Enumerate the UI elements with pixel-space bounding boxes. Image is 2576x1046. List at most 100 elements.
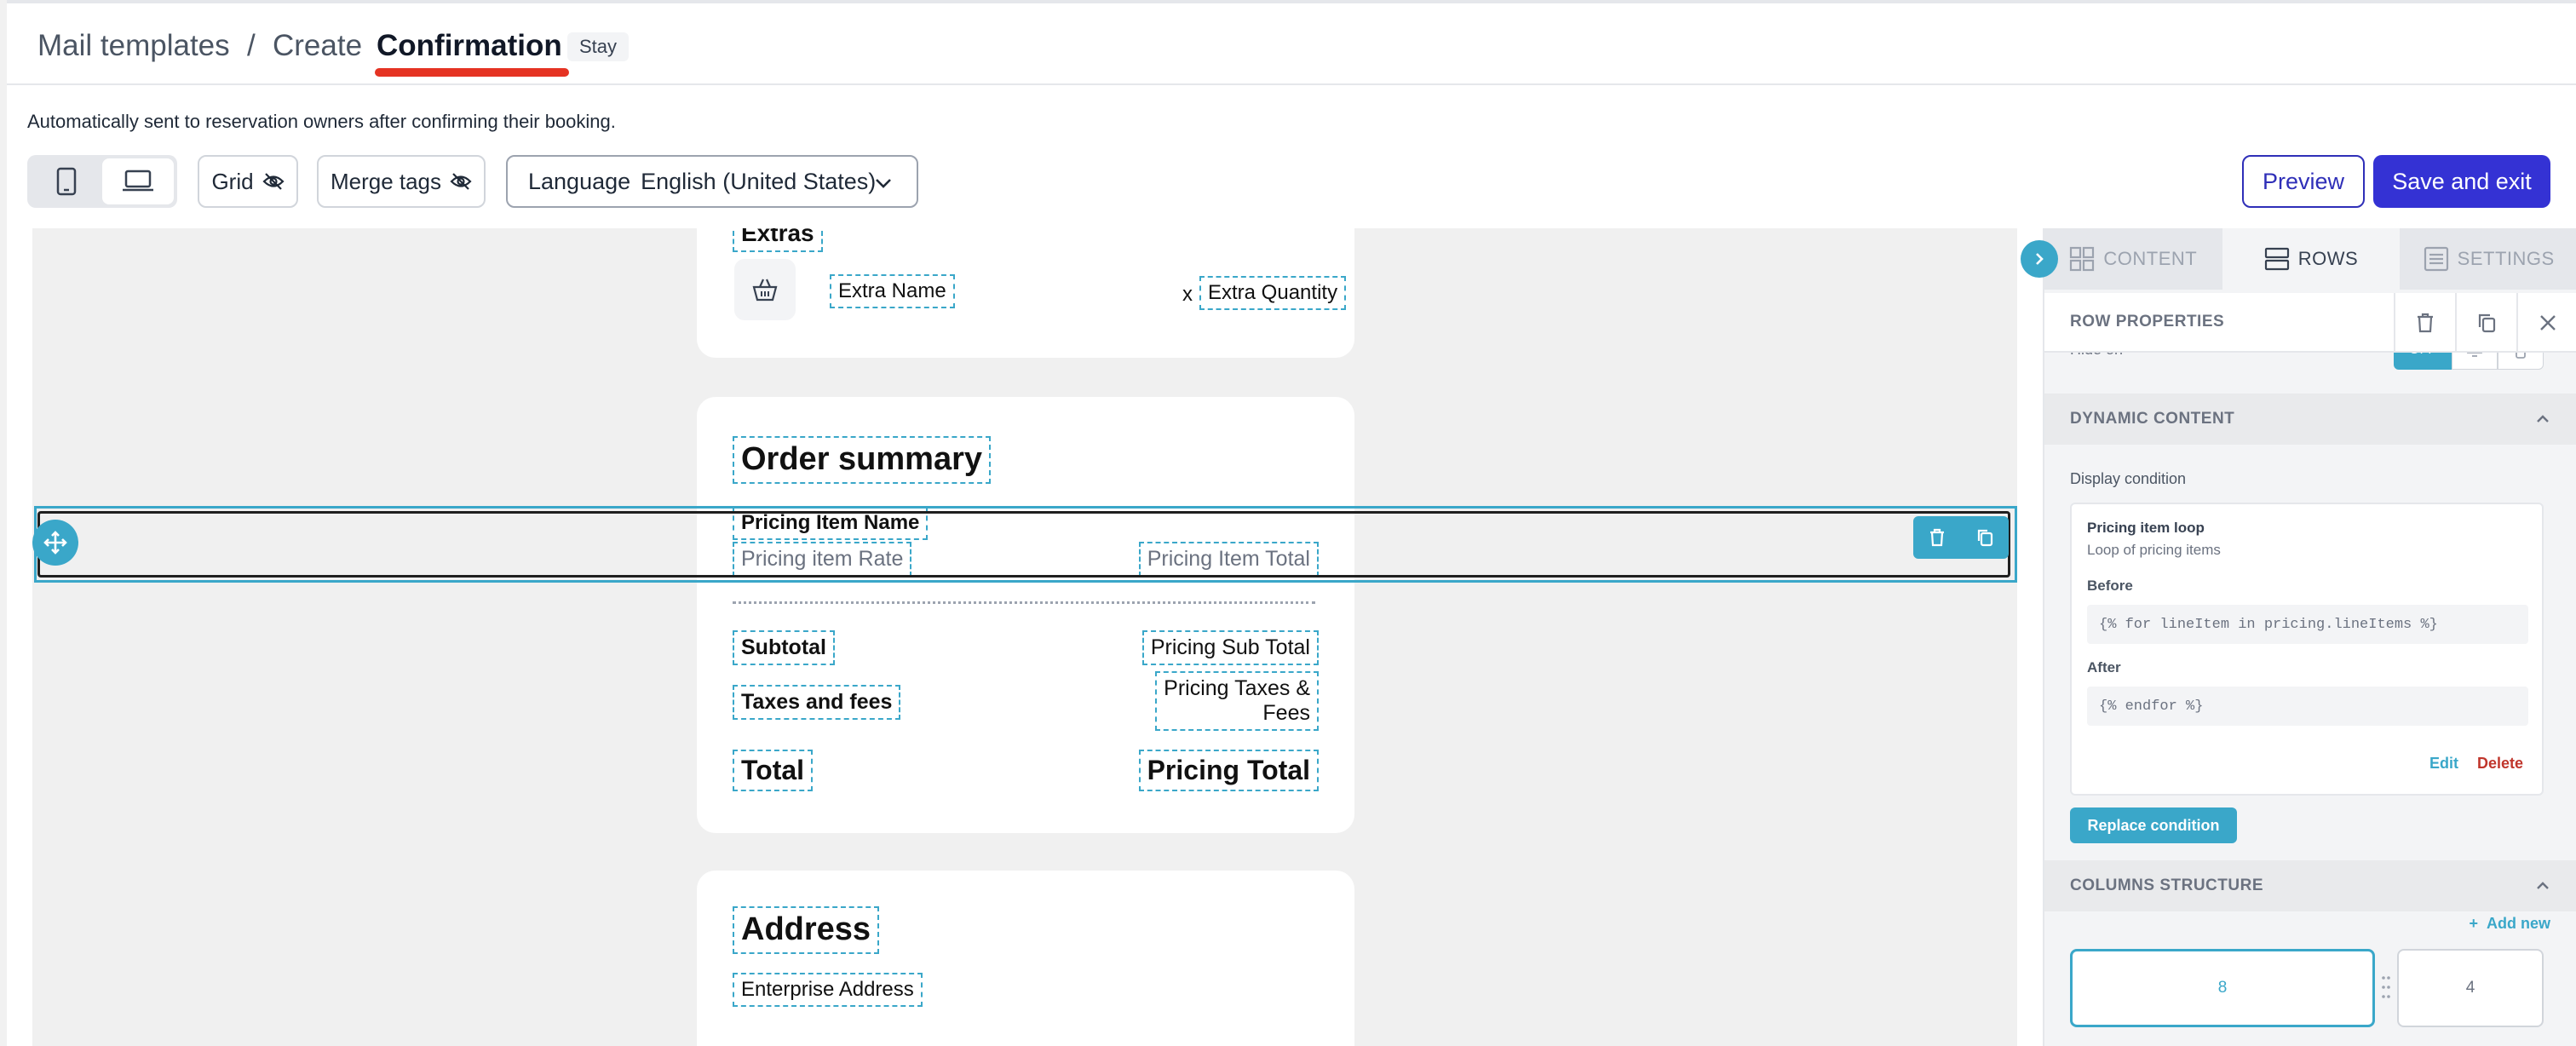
extra-quantity[interactable]: Extra Quantity xyxy=(1199,276,1347,310)
delete-row-panel-button[interactable] xyxy=(2394,293,2455,353)
after-code: {% endfor %} xyxy=(2087,687,2528,726)
save-and-exit-button[interactable]: Save and exit xyxy=(2373,155,2550,208)
breadcrumb-separator: / xyxy=(247,29,256,62)
subtotal-label[interactable]: Subtotal xyxy=(733,630,835,665)
copy-icon xyxy=(1977,529,1993,547)
email-canvas: Extras Extra Name x Extra Quantity Order… xyxy=(32,228,2017,1046)
address-heading[interactable]: Address xyxy=(733,906,880,954)
drag-dots-icon xyxy=(2382,976,2390,998)
add-new-label: Add new xyxy=(2487,915,2550,932)
panel-tabs: CONTENT ROWS SETTINGS xyxy=(2044,228,2576,290)
add-column-button[interactable]: + Add new xyxy=(2469,915,2550,933)
delete-condition-link[interactable]: Delete xyxy=(2477,755,2523,773)
grid-label: Grid xyxy=(211,168,254,194)
after-label: After xyxy=(2087,659,2121,675)
tab-settings-label: SETTINGS xyxy=(2457,248,2555,269)
taxes-value[interactable]: Pricing Taxes & Fees xyxy=(1155,671,1319,731)
desktop-view-button[interactable] xyxy=(102,158,174,204)
tab-settings[interactable]: SETTINGS xyxy=(2400,228,2576,290)
extra-name[interactable]: Extra Name xyxy=(830,274,955,308)
breadcrumb-mail-templates[interactable]: Mail templates xyxy=(37,29,230,63)
row-properties-label: ROW PROPERTIES xyxy=(2070,313,2225,330)
condition-subtitle: Loop of pricing items xyxy=(2087,542,2221,558)
rows-icon xyxy=(2264,247,2289,271)
merge-tags-label: Merge tags xyxy=(330,168,442,194)
language-label: Language xyxy=(528,168,631,194)
preview-button[interactable]: Preview xyxy=(2242,155,2365,208)
language-value: English (United States) xyxy=(641,168,877,194)
selected-row-inner-outline xyxy=(37,511,2010,578)
properties-panel: CONTENT ROWS SETTINGS Hide on OFF ROW PR… xyxy=(2043,228,2576,1046)
trash-icon xyxy=(1930,528,1944,547)
dynamic-content-label: DYNAMIC CONTENT xyxy=(2070,410,2235,428)
delete-row-button[interactable] xyxy=(1913,516,1961,559)
close-panel-button[interactable] xyxy=(2516,293,2576,353)
breadcrumb-create[interactable]: Create xyxy=(273,29,362,63)
total-label[interactable]: Total xyxy=(733,750,814,791)
mobile-view-button[interactable] xyxy=(31,158,102,204)
copy-icon xyxy=(2478,313,2496,333)
page-title: Confirmation xyxy=(377,29,562,62)
title-underline xyxy=(375,68,569,77)
address-card: Address Enterprise Address xyxy=(697,871,1354,1046)
display-condition-label: Display condition xyxy=(2070,470,2187,487)
merge-tags-toggle-button[interactable]: Merge tags xyxy=(317,155,486,208)
mobile-icon xyxy=(56,167,77,196)
subtotal-value[interactable]: Pricing Sub Total xyxy=(1141,630,1319,665)
chevron-up-icon xyxy=(2537,415,2549,422)
replace-condition-button[interactable]: Replace condition xyxy=(2070,807,2237,843)
taxes-label[interactable]: Taxes and fees xyxy=(733,685,901,720)
grid-icon xyxy=(2070,246,2095,272)
dynamic-content-section-header[interactable]: DYNAMIC CONTENT xyxy=(2044,394,2576,445)
close-icon xyxy=(2540,315,2556,330)
app-frame: Mail templates / Create Confirmation Sta… xyxy=(0,0,2576,1046)
duplicate-row-panel-button[interactable] xyxy=(2455,293,2516,353)
order-summary-heading[interactable]: Order summary xyxy=(733,436,992,484)
divider xyxy=(733,601,1315,604)
row-properties-header: ROW PROPERTIES xyxy=(2044,293,2576,353)
edit-condition-link[interactable]: Edit xyxy=(2429,755,2458,773)
left-border xyxy=(0,0,7,1046)
tab-rows[interactable]: ROWS xyxy=(2222,228,2401,290)
display-condition-card: Pricing item loop Loop of pricing items … xyxy=(2070,503,2544,796)
device-toggle xyxy=(27,155,177,208)
language-select[interactable]: Language English (United States) xyxy=(506,155,918,208)
basket-icon xyxy=(752,279,778,302)
extras-heading[interactable]: Extras xyxy=(733,228,823,253)
tab-rows-label: ROWS xyxy=(2297,248,2359,269)
settings-icon xyxy=(2424,246,2448,272)
condition-title: Pricing item loop xyxy=(2087,520,2205,536)
grid-toggle-button[interactable]: Grid xyxy=(198,155,298,208)
trash-icon xyxy=(2418,313,2433,333)
columns-structure-label: COLUMNS STRUCTURE xyxy=(2070,876,2263,894)
extra-image xyxy=(734,259,796,320)
before-label: Before xyxy=(2087,578,2133,594)
collapse-panel-button[interactable] xyxy=(2021,240,2058,278)
move-icon xyxy=(43,531,67,555)
column-resize-handle[interactable] xyxy=(2382,974,2390,1000)
eye-off-icon xyxy=(262,173,285,190)
stay-badge: Stay xyxy=(567,32,630,61)
eye-off-icon xyxy=(450,173,472,190)
columns-structure-section-header[interactable]: COLUMNS STRUCTURE xyxy=(2044,860,2576,911)
chevron-right-icon xyxy=(2036,253,2044,265)
tab-content[interactable]: CONTENT xyxy=(2044,228,2222,290)
column-4[interactable]: 4 xyxy=(2397,949,2544,1027)
chevron-up-icon xyxy=(2537,882,2549,889)
row-actions xyxy=(1913,516,2009,559)
extra-times-sign: x xyxy=(1182,283,1193,306)
extras-card: Extras Extra Name x Extra Quantity xyxy=(697,228,1354,358)
taxes-value-line2: Fees xyxy=(1262,700,1310,725)
order-summary-card: Order summary Pricing Item Name Pricing … xyxy=(697,397,1354,833)
row-drag-handle[interactable] xyxy=(32,520,78,566)
tab-content-label: CONTENT xyxy=(2103,248,2198,269)
column-8[interactable]: 8 xyxy=(2070,949,2375,1027)
template-description: Automatically sent to reservation owners… xyxy=(27,111,616,132)
enterprise-address[interactable]: Enterprise Address xyxy=(733,973,923,1007)
before-code: {% for lineItem in pricing.lineItems %} xyxy=(2087,605,2528,644)
duplicate-row-button[interactable] xyxy=(1961,516,2009,559)
total-value[interactable]: Pricing Total xyxy=(1138,750,1319,791)
row-properties-actions xyxy=(2394,293,2576,353)
laptop-icon xyxy=(123,170,153,192)
taxes-value-line1: Pricing Taxes & xyxy=(1164,676,1310,700)
